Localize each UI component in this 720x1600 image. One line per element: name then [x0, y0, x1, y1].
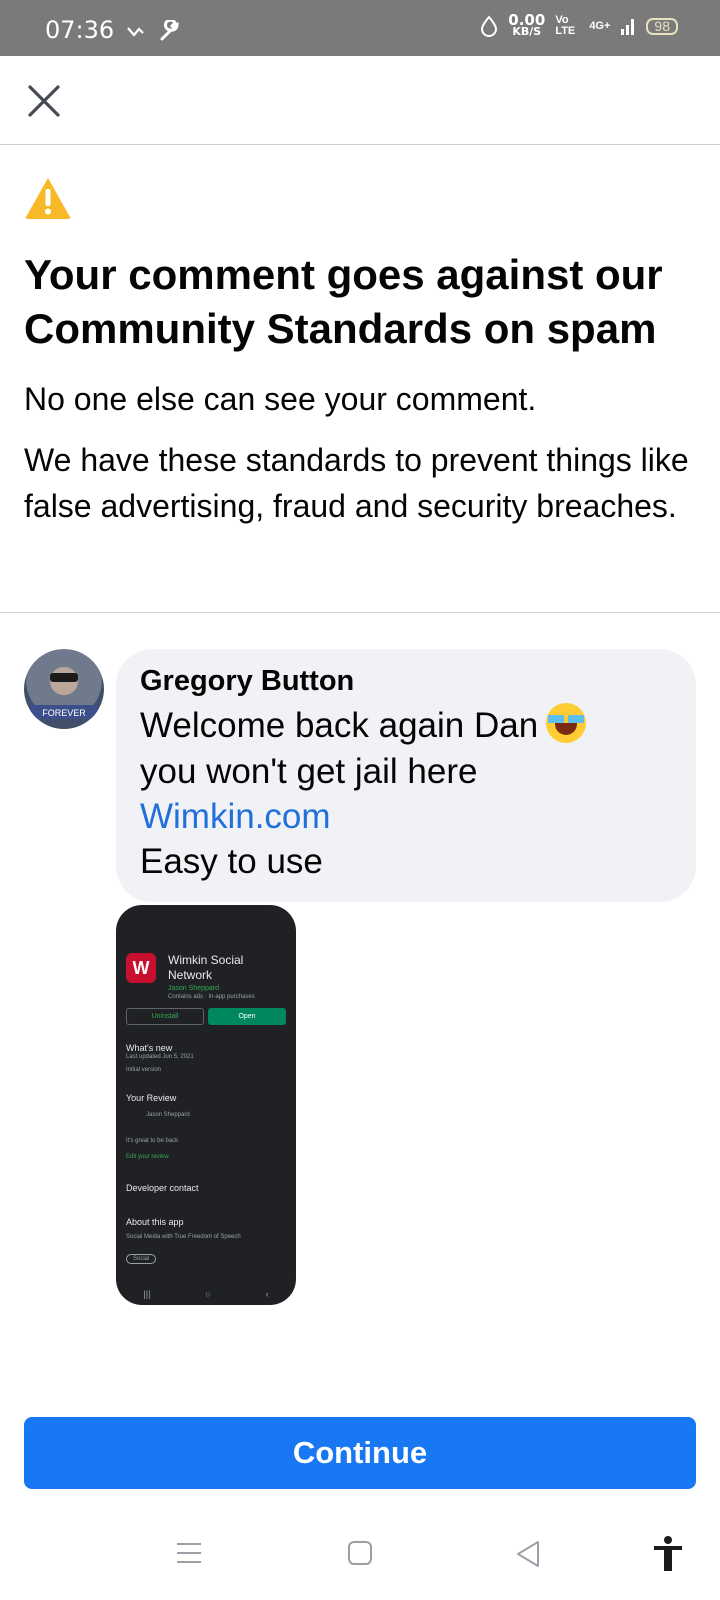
att-recents-icon: |||: [143, 1289, 151, 1299]
close-icon[interactable]: [26, 83, 62, 119]
avatar[interactable]: FOREVER: [24, 649, 104, 729]
comment-author[interactable]: Gregory Button: [140, 665, 354, 698]
att-developer-contact: Developer contact: [126, 1183, 199, 1193]
top-bar: [0, 56, 720, 145]
missed-call-icon: [127, 27, 144, 37]
volte-indicator: Vo LTE: [555, 14, 576, 37]
status-time: 07:36: [45, 16, 115, 44]
data-saver-icon: [481, 15, 498, 37]
att-nav: ||| ○ ‹: [116, 1289, 296, 1299]
att-edit-review: Edit your review: [126, 1154, 169, 1160]
home-icon[interactable]: [347, 1540, 373, 1566]
notice-body: We have these standards to prevent thing…: [24, 442, 689, 524]
att-review-text: It's great to be back: [126, 1138, 179, 1144]
comment-line-4: Easy to use: [140, 842, 323, 881]
notice-title: Your comment goes against our Community …: [24, 251, 663, 352]
status-icons-left: [126, 20, 182, 44]
net-speed: 0.00 KB/S: [508, 13, 545, 38]
laughing-tears-emoji-icon: [546, 703, 587, 743]
network-indicator: 4G+: [589, 19, 611, 32]
comment-bubble: Gregory Button Welcome back again Dan yo…: [116, 649, 696, 902]
att-last-updated: Last updated Jun 5, 2021: [126, 1054, 194, 1060]
avatar-image: FOREVER: [30, 673, 98, 719]
wimkin-app-icon: W: [126, 953, 156, 983]
net-speed-unit: KB/S: [512, 25, 542, 38]
att-open: Open: [208, 1008, 286, 1025]
back-icon[interactable]: [515, 1540, 541, 1568]
att-meta: Contains ads · In-app purchases: [168, 994, 255, 1000]
comment-line-2: you won't get jail here: [140, 752, 478, 791]
comment-link[interactable]: Wimkin.com: [140, 794, 331, 840]
accessibility-icon[interactable]: [652, 1536, 684, 1572]
status-icons-right: 0.00 KB/S Vo LTE 4G+ 98: [480, 13, 678, 38]
recents-icon[interactable]: [176, 1540, 202, 1566]
att-your-review: Your Review: [126, 1093, 177, 1103]
comment-text-1: Welcome back again Dan: [140, 706, 539, 745]
comment-line-1: Welcome back again Dan: [140, 703, 587, 749]
divider: [0, 612, 720, 613]
notice-lead: No one else can see your comment.: [24, 381, 537, 417]
att-about-desc: Social Media with True Freedom of Speech: [126, 1234, 241, 1240]
continue-button[interactable]: Continue: [24, 1417, 696, 1489]
att-home-icon: ○: [205, 1289, 211, 1299]
att-about: About this app: [126, 1217, 184, 1227]
system-nav-bar: [0, 1520, 720, 1600]
att-app-title: Wimkin Social Network: [168, 953, 244, 982]
att-tag: Social: [126, 1254, 157, 1264]
att-initial-version: Initial version: [126, 1067, 162, 1073]
att-back-icon: ‹: [265, 1289, 269, 1299]
att-uninstall: Uninstall: [126, 1008, 204, 1025]
battery-indicator: 98: [646, 17, 678, 35]
att-developer: Jason Sheppard: [168, 985, 219, 992]
signal-icon: [621, 19, 635, 35]
status-bar: 07:36 0.00 KB/S Vo LTE 4G+ 98: [0, 0, 720, 56]
att-whats-new: What's new: [126, 1043, 173, 1053]
comment-attachment-image[interactable]: W Wimkin Social Network Jason Sheppard C…: [116, 905, 296, 1305]
avatar-caption: FOREVER: [42, 708, 86, 718]
att-reviewer: Jason Sheppard: [146, 1112, 190, 1118]
wrench-icon: [160, 20, 179, 41]
warning-triangle-icon: [25, 178, 71, 219]
